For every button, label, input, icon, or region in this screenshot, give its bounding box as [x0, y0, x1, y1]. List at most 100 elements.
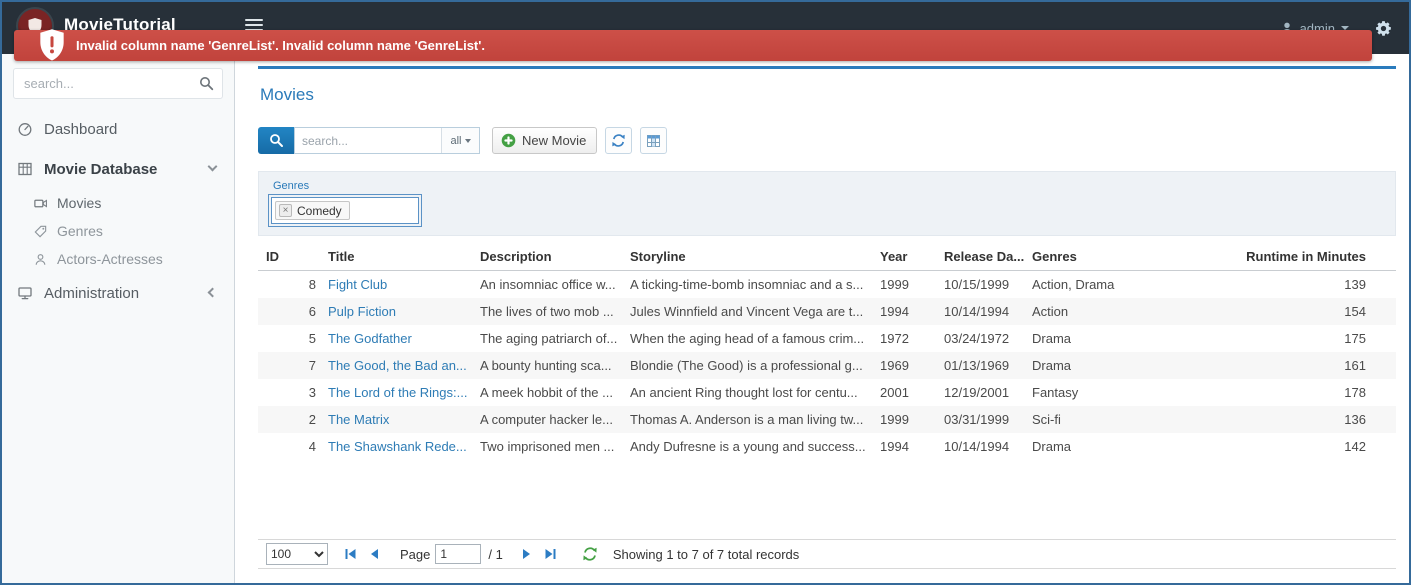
cell-storyline: When the aging head of a famous crim...: [630, 331, 865, 346]
sidebar-item-dashboard[interactable]: Dashboard: [2, 109, 234, 149]
table-row[interactable]: 5 The Godfather The aging patriarch of..…: [258, 325, 1396, 352]
last-page-icon: [545, 549, 556, 559]
alert-shield-icon: [40, 29, 64, 61]
new-movie-icon: [501, 133, 516, 148]
column-header-runtime[interactable]: Runtime in Minutes: [1178, 242, 1396, 270]
filter-label-genres: Genres: [273, 180, 310, 192]
sidebar-item-label: Movies: [57, 195, 102, 211]
cell-genres: Action, Drama: [1032, 277, 1115, 292]
cell-genres: Sci-fi: [1032, 412, 1061, 427]
cell-storyline: A ticking-time-bomb insomniac and a s...: [630, 277, 864, 292]
table-row[interactable]: 2 The Matrix A computer hacker le... Tho…: [258, 406, 1396, 433]
chip-remove-icon[interactable]: ×: [279, 204, 292, 217]
record-count-status: Showing 1 to 7 of 7 total records: [612, 546, 800, 562]
chevron-left-icon: [207, 287, 218, 298]
movie-title-link[interactable]: The Matrix: [322, 406, 474, 433]
cell-storyline: Blondie (The Good) is a professional g..…: [630, 358, 863, 373]
page-size-select[interactable]: 100: [266, 543, 328, 565]
column-header-id[interactable]: ID: [258, 242, 322, 270]
table-row[interactable]: 4 The Shawshank Rede... Two imprisoned m…: [258, 433, 1396, 460]
sidebar-search-input[interactable]: [13, 68, 223, 99]
cell-year: 1972: [880, 331, 909, 346]
cell-id: 5: [308, 331, 316, 346]
grid-header-row: ID Title Description Storyline Year Rele…: [258, 242, 1396, 271]
page-label: Page: [400, 546, 431, 562]
cell-description: The lives of two mob ...: [480, 304, 614, 319]
first-page-icon: [345, 549, 356, 559]
sidebar-item-administration[interactable]: Administration: [2, 273, 234, 313]
quick-search-input[interactable]: [295, 128, 441, 153]
cell-runtime: 161: [1344, 358, 1366, 373]
next-page-button[interactable]: [515, 543, 537, 565]
cell-year: 1999: [880, 277, 909, 292]
refresh-button[interactable]: [605, 127, 633, 154]
column-header-storyline[interactable]: Storyline: [624, 242, 874, 270]
pager-refresh-button[interactable]: [579, 543, 601, 565]
column-header-title[interactable]: Title: [322, 242, 474, 270]
cell-release-date: 12/19/2001: [944, 385, 1010, 400]
cell-id: 6: [308, 304, 316, 319]
page-number-input[interactable]: [435, 544, 482, 564]
table-row[interactable]: 6 Pulp Fiction The lives of two mob ... …: [258, 298, 1396, 325]
movie-title-link[interactable]: Fight Club: [322, 271, 474, 298]
refresh-icon: [612, 134, 625, 147]
cell-description: An insomniac office w...: [480, 277, 616, 292]
column-header-year[interactable]: Year: [874, 242, 938, 270]
movie-title-link[interactable]: The Good, the Bad an...: [322, 352, 474, 379]
sidebar: Dashboard Movie Database Movies Genres: [2, 54, 235, 583]
column-header-release-date[interactable]: Release Da...: [938, 242, 1026, 270]
movie-title-link[interactable]: The Godfather: [322, 325, 474, 352]
last-page-button[interactable]: [539, 543, 561, 565]
column-header-description[interactable]: Description: [474, 242, 624, 270]
cell-release-date: 10/14/1994: [944, 304, 1010, 319]
actors-icon: [32, 252, 48, 267]
movie-title-link[interactable]: The Shawshank Rede...: [322, 433, 474, 460]
column-picker-icon: [647, 134, 661, 147]
sidebar-item-movies[interactable]: Movies: [2, 189, 234, 217]
prev-page-icon: [371, 549, 378, 559]
prev-page-button[interactable]: [364, 543, 386, 565]
cell-genres: Drama: [1032, 439, 1072, 454]
column-picker-button[interactable]: [640, 127, 668, 154]
movie-title-link[interactable]: Pulp Fiction: [322, 298, 474, 325]
error-alert: Invalid column name 'GenreList'. Invalid…: [14, 29, 1372, 61]
table-row[interactable]: 7 The Good, the Bad an... A bounty hunti…: [258, 352, 1396, 379]
cell-id: 3: [308, 385, 316, 400]
main-content: Movies all: [235, 54, 1409, 583]
next-page-icon: [522, 549, 530, 559]
table-row[interactable]: 8 Fight Club An insomniac office w... A …: [258, 271, 1396, 298]
gears-icon: [1375, 20, 1391, 36]
column-header-genres[interactable]: Genres: [1026, 242, 1178, 270]
cell-runtime: 136: [1344, 412, 1366, 427]
quick-search-button[interactable]: [258, 127, 294, 154]
cell-id: 2: [308, 412, 316, 427]
cell-release-date: 01/13/1969: [944, 358, 1010, 373]
cell-description: A bounty hunting sca...: [480, 358, 612, 373]
quick-search-group: all: [294, 127, 480, 154]
cell-genres: Fantasy: [1032, 385, 1079, 400]
cell-id: 4: [308, 439, 316, 454]
movie-title-link[interactable]: The Lord of the Rings:...: [322, 379, 474, 406]
cell-release-date: 03/24/1972: [944, 331, 1010, 346]
sidebar-item-movie-database[interactable]: Movie Database: [2, 149, 234, 189]
cell-storyline: Andy Dufresne is a young and success...: [630, 439, 866, 454]
first-page-button[interactable]: [340, 543, 362, 565]
search-scope-dropdown[interactable]: all: [441, 128, 479, 153]
cell-year: 1994: [880, 439, 909, 454]
cell-description: A computer hacker le...: [480, 412, 613, 427]
table-row[interactable]: 3 The Lord of the Rings:... A meek hobbi…: [258, 379, 1396, 406]
search-icon[interactable]: [199, 76, 214, 91]
app-window: MovieTutorial admin Invalid column name …: [0, 0, 1411, 585]
cell-year: 1969: [880, 358, 909, 373]
cell-runtime: 142: [1344, 439, 1366, 454]
search-scope-value: all: [450, 134, 462, 147]
new-movie-button[interactable]: New Movie: [492, 127, 598, 154]
sidebar-item-genres[interactable]: Genres: [2, 217, 234, 245]
filter-panel: Genres × Comedy: [258, 171, 1396, 236]
chevron-down-icon: [207, 161, 218, 172]
chip-label: Comedy: [297, 203, 342, 218]
cell-release-date: 10/14/1994: [944, 439, 1010, 454]
sidebar-item-actors-actresses[interactable]: Actors-Actresses: [2, 245, 234, 273]
cell-genres: Action: [1032, 304, 1069, 319]
genres-filter-editor[interactable]: × Comedy: [268, 194, 422, 227]
